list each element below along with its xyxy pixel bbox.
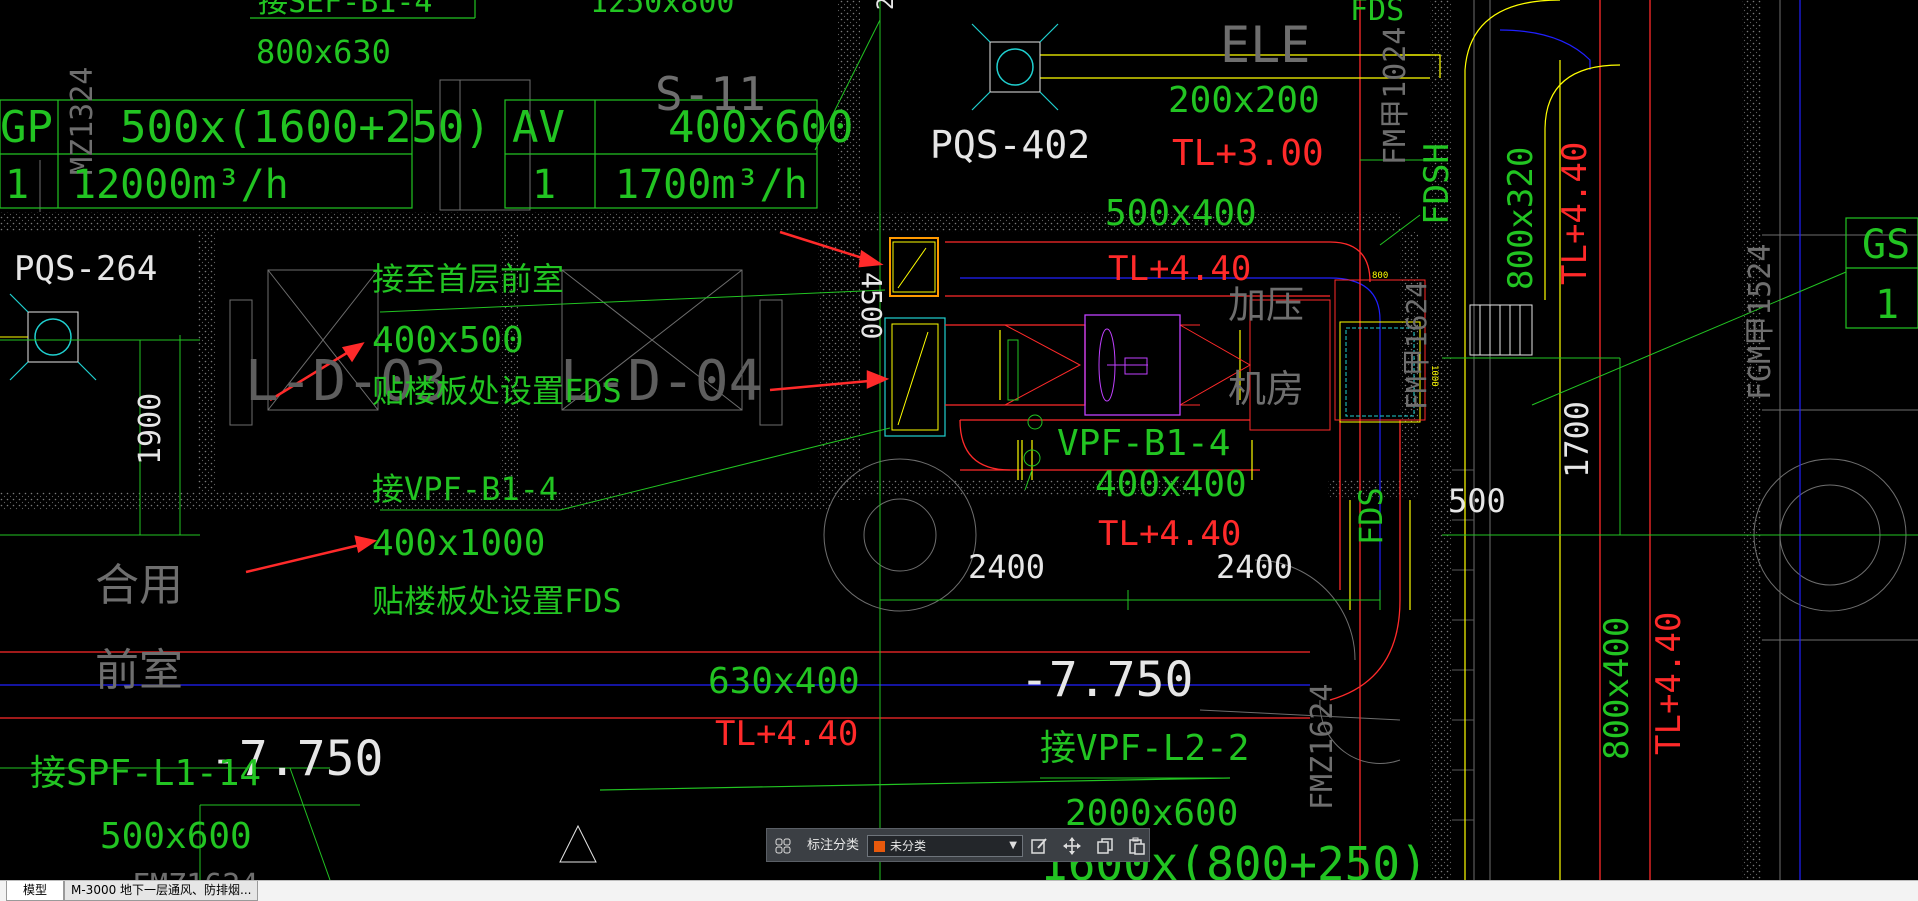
av-tag: AV xyxy=(512,102,565,153)
north-marker xyxy=(559,824,597,863)
label-vpf-l2-2: 接VPF-L2-2 xyxy=(1040,728,1249,769)
category-selected-value: 未分类 xyxy=(890,839,927,853)
pqs-402-fan[interactable] xyxy=(971,23,1059,111)
label-dim-2400-a: 2400 xyxy=(968,548,1045,586)
paste-icon[interactable] xyxy=(1127,836,1147,856)
label-jiaya: 加压 xyxy=(1228,283,1304,327)
label-dim-4500: 4500 xyxy=(855,272,888,339)
label-fds-mid: FDS xyxy=(1352,487,1390,545)
label-jie-vpf-b1-4: 接VPF-B1-4 xyxy=(372,470,558,508)
label-gs-1: 1 xyxy=(1875,282,1899,328)
label-fdsh: FDSH xyxy=(1417,143,1457,225)
label-dim-1000-small: 1000 xyxy=(1429,365,1439,387)
label-note-fds-1: 贴楼板处设置FDS xyxy=(372,372,622,410)
tab-layout[interactable]: M-3000 地下一层通风、防排烟... xyxy=(64,881,259,901)
annotation-category-label: 标注分类 xyxy=(807,838,860,853)
pqs-264-fan[interactable] xyxy=(0,293,97,381)
gp-size: 500x(1600+250) xyxy=(120,102,491,153)
tab-model[interactable]: 模型 xyxy=(6,881,64,901)
label-400x500: 400x500 xyxy=(372,320,524,361)
label-gs: GS xyxy=(1862,222,1910,268)
stair-lines xyxy=(1452,469,1474,821)
label-qianshi: 前室 xyxy=(95,645,183,696)
label-200x200: 200x200 xyxy=(1168,80,1320,121)
label-800x400: 800x400 xyxy=(1597,617,1637,760)
annotation-toolbar: 标注分类 未分类 ▼ xyxy=(766,828,1150,862)
label-note-first-floor: 接至首层前室 xyxy=(372,260,564,298)
layout-tab-bar: 模型 M-3000 地下一层通风、防排烟... xyxy=(0,880,1918,901)
copy-icon[interactable] xyxy=(1095,836,1115,856)
label-tl-440-v2: TL+4.40 xyxy=(1649,612,1689,755)
gp-flow: 12000m³/h xyxy=(72,162,289,208)
label-1250x800: 1250x800 xyxy=(590,0,735,20)
label-num-2: 2 xyxy=(874,0,899,10)
text-layer: ELE S-11 L-D-03 L-D-04 合用 前室 加压 机房 MZ132… xyxy=(0,0,1910,900)
label-sef-b1-4: 接SEF-B1-4 xyxy=(258,0,433,20)
label-tl-300: TL+3.00 xyxy=(1172,133,1324,174)
av-count: 1 xyxy=(532,162,556,208)
label-fm-1024: FM甲1024 xyxy=(1378,27,1413,165)
label-630x400: 630x400 xyxy=(708,661,860,702)
label-dim-500: 500 xyxy=(1448,482,1506,520)
label-spf-l1-14: 接SPF-L1-14 xyxy=(30,753,261,794)
label-800x320: 800x320 xyxy=(1501,147,1541,290)
label-dim-1700: 1700 xyxy=(1558,401,1596,478)
label-400x1000: 400x1000 xyxy=(372,523,545,564)
label-note-fds-2: 贴楼板处设置FDS xyxy=(372,582,622,620)
label-tl-440-a: TL+4.40 xyxy=(1108,249,1251,289)
damper-unit-right[interactable] xyxy=(1469,304,1533,356)
label-ele: ELE xyxy=(1220,16,1310,74)
label-elev-7750-a: -7.750 xyxy=(1020,652,1193,708)
annotation-category-select[interactable]: 未分类 ▼ xyxy=(867,835,1023,857)
grid-layout-icon[interactable] xyxy=(775,838,791,854)
edit-icon[interactable] xyxy=(1029,836,1049,856)
label-dim-800-small: 800 xyxy=(1372,271,1388,281)
label-dim-2400-b: 2400 xyxy=(1216,548,1293,586)
label-500x400: 500x400 xyxy=(1105,193,1257,234)
label-800x630: 800x630 xyxy=(256,33,391,71)
gp-count: 1 xyxy=(5,162,29,208)
label-fds-top: FDS xyxy=(1350,0,1404,28)
move-icon[interactable] xyxy=(1062,836,1082,856)
label-mz-1324: MZ1324 xyxy=(65,67,100,175)
av-flow: 1700m³/h xyxy=(615,162,808,208)
label-tl-440-v1: TL+4.40 xyxy=(1555,142,1595,285)
av-size: 400x600 xyxy=(668,102,853,153)
gp-tag: GP xyxy=(0,102,53,153)
label-dim-1900: 1900 xyxy=(133,393,168,465)
label-500x600: 500x600 xyxy=(100,816,252,857)
label-heyong: 合用 xyxy=(95,560,183,611)
label-fgm-1524: FGM甲1524 xyxy=(1743,244,1778,400)
cad-drawing-canvas[interactable]: ELE S-11 L-D-03 L-D-04 合用 前室 加压 机房 MZ132… xyxy=(0,0,1918,900)
label-fmz-1624-a: FMZ1624 xyxy=(1305,684,1340,810)
label-pqs-264: PQS-264 xyxy=(14,249,157,289)
label-pqs-402: PQS-402 xyxy=(930,123,1090,167)
label-vpf-b1-4: VPF-B1-4 xyxy=(1057,423,1230,464)
label-fm-small: FM甲1624 xyxy=(1400,281,1433,410)
category-color-swatch xyxy=(874,841,885,852)
chevron-down-icon: ▼ xyxy=(1009,840,1017,851)
label-tl-440-c: TL+4.40 xyxy=(715,714,858,754)
label-400x400: 400x400 xyxy=(1095,464,1247,505)
label-jifang: 机房 xyxy=(1228,367,1304,411)
